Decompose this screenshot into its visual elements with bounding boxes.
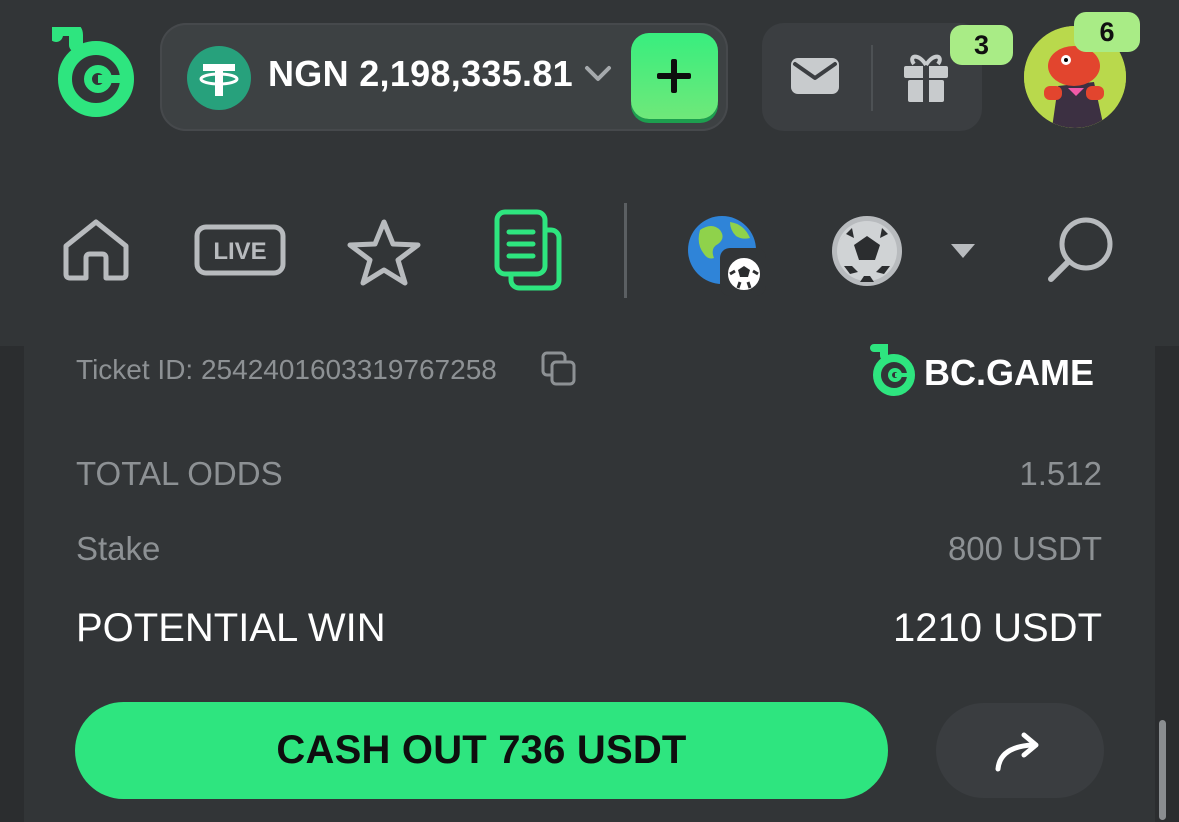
copy-icon[interactable] xyxy=(541,351,577,392)
share-button[interactable] xyxy=(936,703,1104,798)
home-icon[interactable] xyxy=(60,218,132,287)
avatar-notification-badge: 6 xyxy=(1074,12,1140,52)
share-arrow-icon xyxy=(995,732,1039,772)
wallet-balance: NGN 2,198,335.81 xyxy=(268,53,573,94)
stake-label: Stake xyxy=(76,530,161,567)
total-odds-label: TOTAL ODDS xyxy=(76,455,283,492)
total-odds-value: 1.512 xyxy=(1019,455,1102,492)
notifications-group xyxy=(762,23,982,131)
tether-icon xyxy=(187,46,251,110)
gift-icon[interactable] xyxy=(900,50,952,109)
potential-win-label: POTENTIAL WIN xyxy=(76,606,386,650)
sport-globe-icon[interactable] xyxy=(686,214,766,301)
live-icon[interactable]: LIVE xyxy=(194,224,286,281)
deposit-plus-button[interactable] xyxy=(631,33,718,119)
plus-icon xyxy=(657,59,691,93)
ticket-id: Ticket ID: 2542401603319767258 xyxy=(76,354,497,385)
brand-name: BC.GAME xyxy=(924,352,1094,393)
dropdown-caret-icon[interactable] xyxy=(950,243,976,264)
gift-count-badge: 3 xyxy=(950,25,1013,65)
soccer-ball-icon[interactable] xyxy=(830,214,904,293)
wallet-balance-selector[interactable]: NGN 2,198,335.81 xyxy=(160,23,728,131)
search-icon[interactable] xyxy=(1046,214,1116,289)
top-header: NGN 2,198,335.81 3 6 LIVE xyxy=(0,0,1179,346)
scrollbar[interactable] xyxy=(1159,720,1166,820)
live-label: LIVE xyxy=(213,238,266,265)
stake-value: 800 USDT xyxy=(947,530,1102,567)
cash-out-button[interactable]: CASH OUT 736 USDT xyxy=(75,702,888,799)
mail-icon[interactable] xyxy=(789,54,841,103)
bc-game-brand-icon xyxy=(868,344,918,401)
potential-win-value: 1210 USDT xyxy=(893,606,1102,650)
divider xyxy=(871,45,873,111)
chevron-down-icon[interactable] xyxy=(583,63,613,90)
bc-game-logo-icon[interactable] xyxy=(49,22,136,117)
nav-divider xyxy=(624,203,627,298)
bet-slip-icon[interactable] xyxy=(493,208,565,297)
favorites-star-icon[interactable] xyxy=(346,218,422,291)
